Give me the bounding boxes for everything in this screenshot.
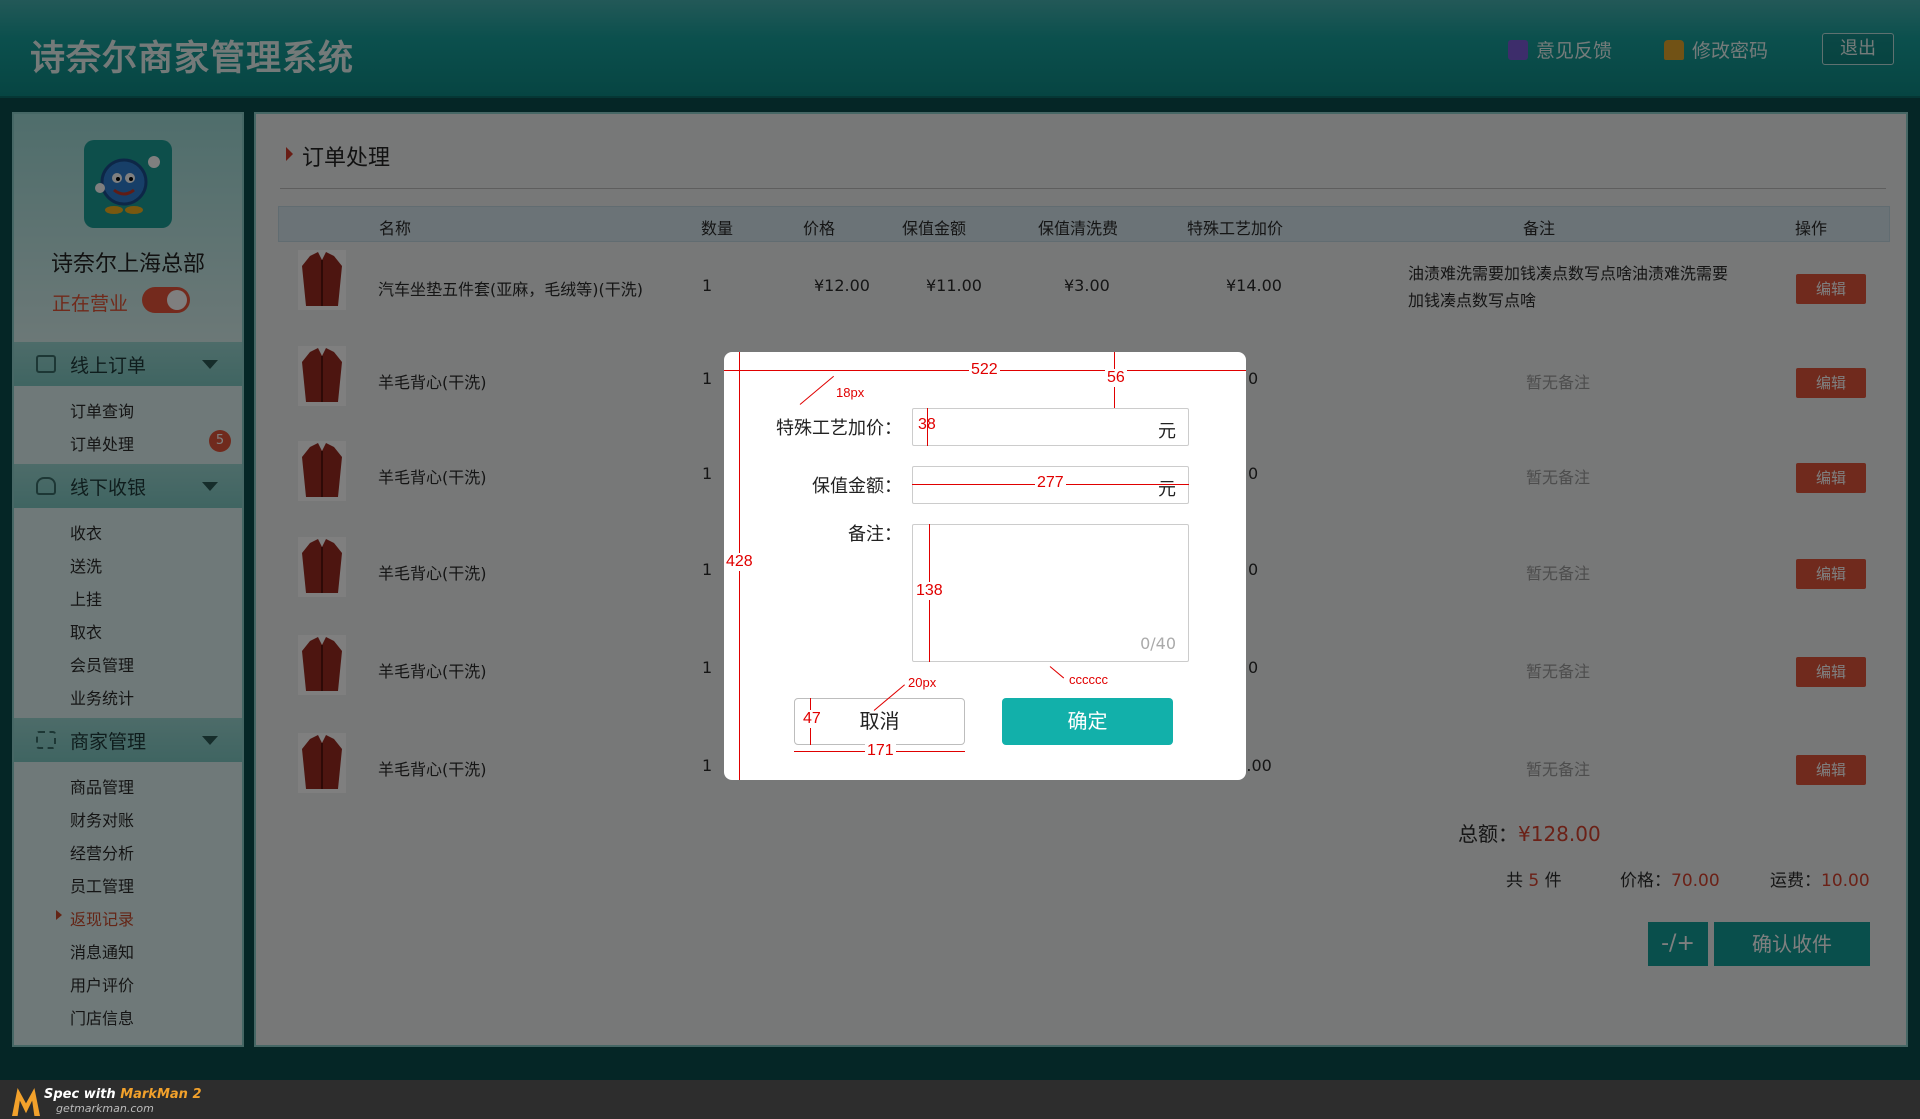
offset-measure-label: 56 bbox=[1105, 369, 1127, 387]
input-width-label: 277 bbox=[1035, 474, 1066, 492]
ok-button[interactable]: 确定 bbox=[1002, 698, 1173, 745]
height-measure-label: 428 bbox=[725, 553, 754, 571]
label-gap-note: 18px bbox=[836, 385, 865, 400]
note-height-label: 138 bbox=[915, 582, 944, 600]
button-width-label: 171 bbox=[865, 742, 896, 760]
craft-label: 特殊工艺加价： bbox=[776, 418, 902, 439]
markman-url: getmarkman.com bbox=[56, 1102, 154, 1115]
markman-footer: Spec with MarkMan 2 getmarkman.com bbox=[0, 1080, 1920, 1119]
button-height-label: 47 bbox=[802, 710, 822, 728]
width-measure-label: 522 bbox=[969, 361, 1000, 379]
craft-unit: 元 bbox=[1158, 421, 1176, 442]
button-gap-note: 20px bbox=[908, 675, 937, 690]
craft-price-input[interactable]: 元 bbox=[912, 408, 1189, 446]
input-height-label: 38 bbox=[918, 416, 936, 433]
markman-brand: MarkMan 2 bbox=[120, 1087, 202, 1102]
note-label: 备注： bbox=[848, 524, 902, 545]
markman-logo-icon bbox=[12, 1088, 40, 1116]
markman-spec-text: Spec with MarkMan 2 bbox=[44, 1087, 202, 1102]
insured-unit: 元 bbox=[1158, 479, 1176, 500]
note-textarea[interactable]: 0/40 bbox=[912, 524, 1189, 662]
insured-label: 保值金额： bbox=[812, 476, 902, 497]
note-counter: 0/40 bbox=[1140, 634, 1176, 653]
spec-with: Spec with bbox=[44, 1087, 121, 1102]
border-color-note: cccccc bbox=[1069, 672, 1108, 687]
